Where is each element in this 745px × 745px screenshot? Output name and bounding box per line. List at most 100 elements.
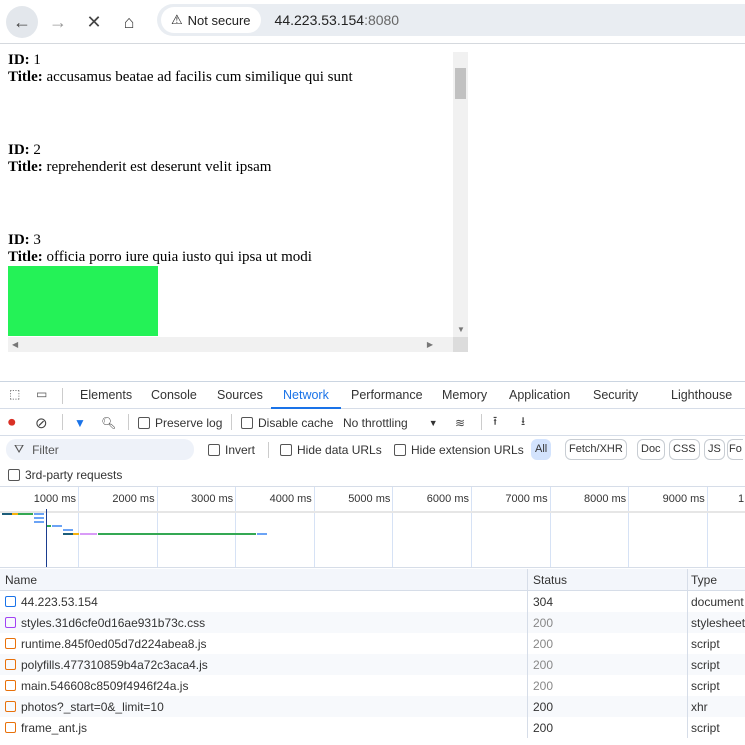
timeline-gridline [235,487,237,567]
divider [231,414,232,430]
cell-type: script [691,678,720,693]
address-bar[interactable]: ⚠ Not secure 44.223.53.154:8080 [157,4,745,36]
throttling-select[interactable]: No throttling ▼ [343,409,438,436]
chip-font[interactable]: Fo [727,439,743,460]
divider [268,442,269,458]
timeline-bar [257,533,267,535]
horizontal-scrollbar[interactable]: ◀ ▶ [8,337,453,352]
filter-input[interactable]: ⛛ Filter [6,439,194,460]
tab-security[interactable]: Security [593,382,638,409]
search-icon[interactable]: 🔍︎ [101,409,116,436]
table-row[interactable]: photos?_start=0&_limit=10 200 xhr [0,696,745,717]
tab-performance[interactable]: Performance [351,382,423,409]
timeline-gridline [549,487,551,567]
security-label: Not secure [187,12,251,28]
hide-data-urls-checkbox[interactable]: Hide data URLs [280,439,382,460]
timeline-track [0,511,745,513]
devtools-tabbar: ⬚ ▭ Elements Console Sources Network Per… [0,382,745,409]
dom-content-loaded-line [46,509,47,567]
header-name[interactable]: Name [0,569,528,590]
header-status[interactable]: Status [528,569,688,590]
tab-elements[interactable]: Elements [80,382,132,409]
tab-network[interactable]: Network [271,382,341,409]
table-row[interactable]: styles.31d6cfe0d16ae931b73c.css 200 styl… [0,612,745,633]
request-name: 44.223.53.154 [21,594,98,609]
third-party-checkbox[interactable]: 3rd-party requests [8,464,122,486]
tab-application[interactable]: Application [509,382,570,409]
scroll-down-arrow[interactable]: ▼ [457,325,465,334]
inspect-element-icon[interactable]: ⬚ [9,387,20,401]
script-icon [5,638,16,649]
timeline-gridline [706,487,708,567]
security-chip[interactable]: ⚠ Not secure [161,7,261,33]
third-party-label: 3rd-party requests [25,468,123,482]
filter-icon[interactable]: ▼ [74,409,86,436]
hide-data-label: Hide data URLs [297,442,382,457]
id-label: ID: [8,232,30,248]
stylesheet-icon [5,617,16,628]
upload-icon[interactable]: ⭱ [493,409,497,436]
table-row[interactable]: 44.223.53.154 304 document [0,591,745,612]
chevron-down-icon: ▼ [428,417,438,428]
divider [481,414,482,430]
tab-console[interactable]: Console [151,382,197,409]
photo-list-scroll-area[interactable]: ID: 1 Title: accusamus beatae ad facilis… [8,52,468,352]
header-type[interactable]: Type [688,569,745,590]
table-row[interactable]: polyfills.477310859b4a72c3aca4.js 200 sc… [0,654,745,675]
vertical-scrollbar[interactable]: ▼ [453,52,468,337]
timeline-bar [18,513,33,515]
scroll-left-arrow[interactable]: ◀ [12,340,18,349]
table-row[interactable]: main.546608c8509f4946f24a.js 200 script [0,675,745,696]
cell-status: 200 [528,696,688,717]
cell-name: styles.31d6cfe0d16ae931b73c.css [0,612,528,633]
network-conditions-icon[interactable]: ≋ [455,409,465,436]
devtools-panel: ⬚ ▭ Elements Console Sources Network Per… [0,381,745,745]
cell-type: script [691,657,720,672]
script-icon [5,659,16,670]
stop-button[interactable]: ✕ [78,6,110,38]
timeline-bar [34,521,44,523]
tab-sources[interactable]: Sources [217,382,263,409]
request-name: photos?_start=0&_limit=10 [21,699,164,714]
clear-icon[interactable]: ⊘ [35,409,48,436]
filter-bar: ⛛ Filter Invert Hide data URLs Hide exten… [0,436,745,463]
cell-name: 44.223.53.154 [0,591,528,612]
document-icon [5,596,16,607]
timeline-bar [80,533,97,535]
scroll-right-arrow[interactable]: ▶ [427,340,433,349]
tab-lighthouse[interactable]: Lighthouse [671,382,732,409]
forward-button[interactable]: → [42,6,74,38]
disable-cache-checkbox[interactable]: Disable cache [241,409,333,436]
back-button[interactable]: ← [6,6,38,38]
tab-memory[interactable]: Memory [442,382,487,409]
timeline-tick-label: 8000 ms [583,493,627,505]
download-icon[interactable]: ⭳ [521,409,525,436]
chip-fetch-xhr[interactable]: Fetch/XHR [565,439,627,460]
chip-doc[interactable]: Doc [637,439,665,460]
network-overview-timeline[interactable]: 1000 ms 2000 ms 3000 ms 4000 ms 5000 ms 6000 … [0,486,745,568]
invert-checkbox[interactable]: Invert [208,439,255,460]
chip-js[interactable]: JS [704,439,725,460]
timeline-bar [63,529,73,531]
table-row[interactable]: runtime.845f0ed05d7d224abea8.js 200 scri… [0,633,745,654]
script-icon [5,722,16,733]
preserve-log-checkbox[interactable]: Preserve log [138,409,222,436]
hide-extension-urls-checkbox[interactable]: Hide extension URLs [394,439,524,460]
scrollbar-thumb[interactable] [455,68,466,99]
requests-table: Name Status Type 44.223.53.154 304 docum… [0,569,745,738]
table-row[interactable]: frame_ant.js 200 script [0,717,745,738]
list-item: ID: 1 Title: accusamus beatae ad facilis… [8,52,353,86]
timeline-tick-label: 1 [738,493,745,505]
invert-label: Invert [225,442,256,457]
title-label: Title: [8,249,43,265]
record-icon[interactable]: ⏺ [8,409,16,436]
timeline-gridline [313,487,315,567]
cell-status: 200 [528,654,688,675]
home-button[interactable]: ⌂ [113,6,145,38]
title-value: accusamus beatae ad facilis cum similiqu… [46,69,353,85]
chip-css[interactable]: CSS [669,439,700,460]
chip-all[interactable]: All [531,439,552,460]
timeline-bar [34,517,44,519]
browser-toolbar: ← → ✕ ⌂ ⚠ Not secure 44.223.53.154:8080 [0,0,745,44]
device-toolbar-icon[interactable]: ▭ [36,387,47,401]
